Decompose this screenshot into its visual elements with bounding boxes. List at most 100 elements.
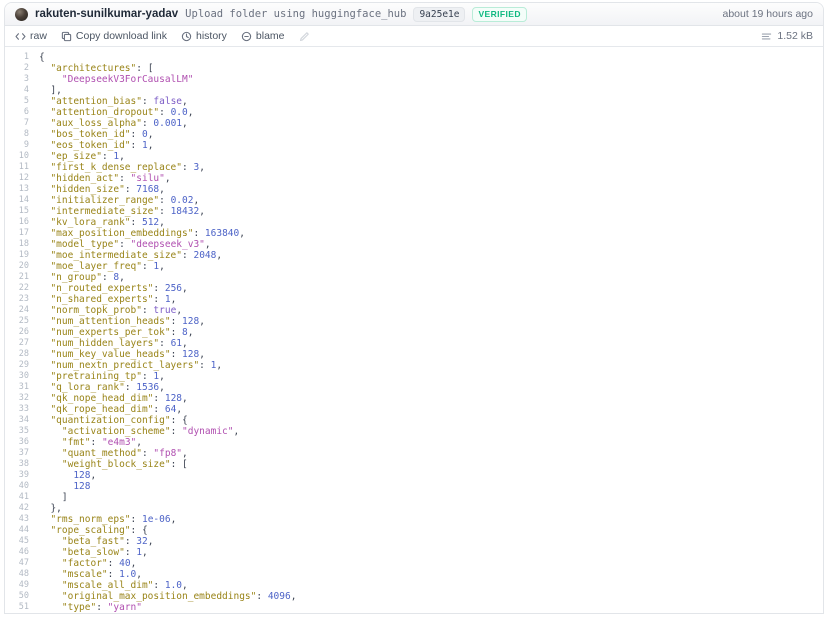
code-line-text: "rms_norm_eps": 1e-06, xyxy=(29,514,176,525)
line-number[interactable]: 12 xyxy=(5,173,29,184)
line-number[interactable]: 25 xyxy=(5,316,29,327)
line-number[interactable]: 50 xyxy=(5,591,29,602)
line-number[interactable]: 6 xyxy=(5,107,29,118)
line-number[interactable]: 41 xyxy=(5,492,29,503)
line-number[interactable]: 26 xyxy=(5,327,29,338)
blame-icon xyxy=(241,31,252,42)
code-line-text: "quantization_config": { xyxy=(29,415,188,426)
code-line-text: ] xyxy=(29,492,68,503)
line-number[interactable]: 2 xyxy=(5,63,29,74)
line-number[interactable]: 7 xyxy=(5,118,29,129)
code-line: 40 128 xyxy=(5,481,823,492)
code-line: 1{ xyxy=(5,52,823,63)
code-line-text: "type": "yarn" xyxy=(29,602,142,613)
line-number[interactable]: 10 xyxy=(5,151,29,162)
line-number[interactable]: 44 xyxy=(5,525,29,536)
code-line: 12 "hidden_act": "silu", xyxy=(5,173,823,184)
code-line-text: "q_lora_rank": 1536, xyxy=(29,382,165,393)
code-line-text: "n_routed_experts": 256, xyxy=(29,283,188,294)
code-line: 28 "num_key_value_heads": 128, xyxy=(5,349,823,360)
line-number[interactable]: 8 xyxy=(5,129,29,140)
code-line-text: "qk_rope_head_dim": 64, xyxy=(29,404,182,415)
user-avatar[interactable] xyxy=(15,8,28,21)
commit-hash-badge[interactable]: 9a25e1e xyxy=(413,7,465,22)
blame-button[interactable]: blame xyxy=(241,30,285,42)
code-line: 17 "max_position_embeddings": 163840, xyxy=(5,228,823,239)
line-number[interactable]: 24 xyxy=(5,305,29,316)
line-number[interactable]: 49 xyxy=(5,580,29,591)
raw-button[interactable]: raw xyxy=(15,30,47,42)
line-number[interactable]: 29 xyxy=(5,360,29,371)
line-number[interactable]: 27 xyxy=(5,338,29,349)
line-number[interactable]: 48 xyxy=(5,569,29,580)
file-size-indicator: 1.52 kB xyxy=(761,30,813,42)
code-line: 51 "type": "yarn" xyxy=(5,602,823,613)
code-line-text: "aux_loss_alpha": 0.001, xyxy=(29,118,188,129)
line-number[interactable]: 40 xyxy=(5,481,29,492)
line-number[interactable]: 13 xyxy=(5,184,29,195)
code-line: 49 "mscale_all_dim": 1.0, xyxy=(5,580,823,591)
line-number[interactable]: 46 xyxy=(5,547,29,558)
commit-author[interactable]: rakuten-sunilkumar-yadav xyxy=(35,8,178,20)
line-number[interactable]: 23 xyxy=(5,294,29,305)
line-number[interactable]: 30 xyxy=(5,371,29,382)
code-line-text: ], xyxy=(29,85,62,96)
line-number[interactable]: 3 xyxy=(5,74,29,85)
commit-message[interactable]: Upload folder using huggingface_hub xyxy=(185,8,406,20)
line-number[interactable]: 28 xyxy=(5,349,29,360)
code-line-text: "ep_size": 1, xyxy=(29,151,125,162)
code-line-text: "moe_intermediate_size": 2048, xyxy=(29,250,222,261)
line-number[interactable]: 20 xyxy=(5,261,29,272)
code-line-text: "activation_scheme": "dynamic", xyxy=(29,426,239,437)
code-line: 14 "initializer_range": 0.02, xyxy=(5,195,823,206)
copy-download-link-label: Copy download link xyxy=(76,30,167,42)
line-number[interactable]: 9 xyxy=(5,140,29,151)
line-number[interactable]: 37 xyxy=(5,448,29,459)
line-number[interactable]: 35 xyxy=(5,426,29,437)
code-line: 23 "n_shared_experts": 1, xyxy=(5,294,823,305)
history-button[interactable]: history xyxy=(181,30,227,42)
line-number[interactable]: 38 xyxy=(5,459,29,470)
line-number[interactable]: 14 xyxy=(5,195,29,206)
code-line: 21 "n_group": 8, xyxy=(5,272,823,283)
line-number[interactable]: 43 xyxy=(5,514,29,525)
code-line-text: "n_group": 8, xyxy=(29,272,125,283)
line-number[interactable]: 42 xyxy=(5,503,29,514)
line-number[interactable]: 15 xyxy=(5,206,29,217)
code-line: 44 "rope_scaling": { xyxy=(5,525,823,536)
code-line: 29 "num_nextn_predict_layers": 1, xyxy=(5,360,823,371)
verified-badge[interactable]: VERIFIED xyxy=(472,7,526,22)
line-number[interactable]: 32 xyxy=(5,393,29,404)
line-number[interactable]: 45 xyxy=(5,536,29,547)
line-number[interactable]: 33 xyxy=(5,404,29,415)
line-number[interactable]: 31 xyxy=(5,382,29,393)
line-number[interactable]: 4 xyxy=(5,85,29,96)
line-number[interactable]: 1 xyxy=(5,52,29,63)
code-line-text: "beta_fast": 32, xyxy=(29,536,153,547)
code-line: 3 "DeepseekV3ForCausalLM" xyxy=(5,74,823,85)
line-number[interactable]: 36 xyxy=(5,437,29,448)
line-number[interactable]: 17 xyxy=(5,228,29,239)
line-number[interactable]: 18 xyxy=(5,239,29,250)
line-number[interactable]: 11 xyxy=(5,162,29,173)
line-number[interactable]: 5 xyxy=(5,96,29,107)
line-number[interactable]: 19 xyxy=(5,250,29,261)
line-number[interactable]: 34 xyxy=(5,415,29,426)
contribute-button[interactable] xyxy=(299,31,310,42)
line-number[interactable]: 16 xyxy=(5,217,29,228)
code-line-text: "num_hidden_layers": 61, xyxy=(29,338,188,349)
commit-time: about 19 hours ago xyxy=(723,8,814,20)
code-line-text: "fmt": "e4m3", xyxy=(29,437,142,448)
copy-download-link-button[interactable]: Copy download link xyxy=(61,30,167,42)
code-line: 46 "beta_slow": 1, xyxy=(5,547,823,558)
line-number[interactable]: 22 xyxy=(5,283,29,294)
line-number[interactable]: 39 xyxy=(5,470,29,481)
code-line: 43 "rms_norm_eps": 1e-06, xyxy=(5,514,823,525)
history-button-label: history xyxy=(196,30,227,42)
line-number[interactable]: 51 xyxy=(5,602,29,613)
line-number[interactable]: 21 xyxy=(5,272,29,283)
code-viewer: 1{2 "architectures": [3 "DeepseekV3ForCa… xyxy=(5,47,823,613)
code-line: 41 ] xyxy=(5,492,823,503)
code-line-text: "norm_topk_prob": true, xyxy=(29,305,182,316)
line-number[interactable]: 47 xyxy=(5,558,29,569)
